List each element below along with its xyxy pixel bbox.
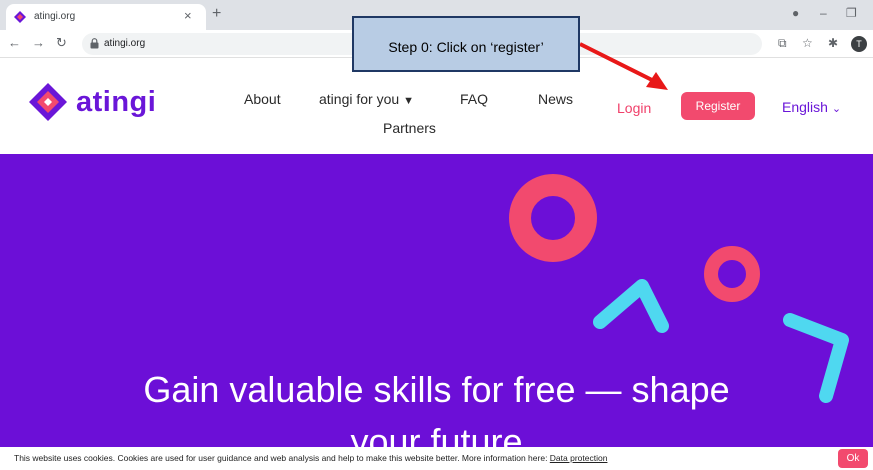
forward-arrow-icon[interactable]: →: [32, 35, 45, 51]
profile-circle-icon[interactable]: ●: [792, 6, 799, 20]
chevron-down-icon: ⌄: [831, 103, 842, 115]
browser-tab[interactable]: atingi.org ×: [6, 4, 206, 30]
avatar[interactable]: T: [851, 36, 867, 52]
restore-icon[interactable]: ❐: [846, 6, 857, 20]
atingi-favicon-icon: [14, 11, 26, 23]
hero-banner: Gain valuable skills for free — shape yo…: [0, 154, 873, 447]
bookmark-star-icon[interactable]: ☆: [802, 36, 813, 50]
cookie-ok-button[interactable]: Ok: [838, 449, 868, 468]
back-arrow-icon[interactable]: ←: [8, 35, 21, 51]
nav-faq[interactable]: FAQ: [460, 91, 488, 107]
small-pink-ring-icon: [704, 246, 760, 302]
data-protection-link[interactable]: Data protection: [550, 453, 608, 463]
tab-title: atingi.org: [34, 11, 76, 22]
logo-text: atingi: [76, 86, 157, 118]
cookie-message: This website uses cookies. Cookies are u…: [14, 453, 607, 463]
nav-atingi-for-you-label: atingi for you: [319, 91, 400, 107]
annotation-text: Step 0: Click on ‘register’: [388, 39, 544, 55]
hero-title-line-1: Gain valuable skills for free — shape: [143, 369, 730, 410]
atingi-diamond-logo-icon: [29, 83, 67, 121]
nav-about[interactable]: About: [244, 91, 281, 107]
cookie-text: This website uses cookies. Cookies are u…: [14, 453, 550, 463]
cyan-chevron-icon: [593, 279, 669, 333]
nav-news[interactable]: News: [538, 91, 573, 107]
annotation-callout: Step 0: Click on ‘register’: [352, 16, 580, 72]
page: atingi.org × + ● – ❐ ← → ↻ atingi.org ⧉ …: [0, 0, 873, 470]
tab-close-icon[interactable]: ×: [184, 8, 192, 24]
nav-partners[interactable]: Partners: [383, 120, 436, 136]
extensions-icon[interactable]: ✱: [828, 36, 838, 50]
site-header: atingi About atingi for you ▼ FAQ News Pa…: [0, 58, 873, 154]
url-text: atingi.org: [104, 38, 146, 49]
hero-title: Gain valuable skills for free — shape yo…: [0, 364, 873, 447]
lock-icon: [90, 38, 99, 49]
hero-title-line-2: your future: [350, 421, 523, 447]
language-label: English: [782, 99, 828, 115]
language-selector[interactable]: English ⌄: [782, 99, 841, 115]
register-button[interactable]: Register: [681, 92, 755, 120]
atingi-logo[interactable]: atingi: [28, 82, 178, 126]
nav-atingi-for-you[interactable]: atingi for you ▼: [319, 91, 414, 107]
minimize-icon[interactable]: –: [820, 6, 827, 20]
translate-icon[interactable]: ⧉: [778, 36, 787, 50]
chevron-down-icon: ▼: [403, 95, 415, 107]
reload-icon[interactable]: ↻: [56, 35, 67, 51]
new-tab-icon[interactable]: +: [212, 6, 221, 22]
large-pink-ring-icon: [509, 174, 597, 262]
login-link[interactable]: Login: [617, 100, 651, 116]
cookie-banner: This website uses cookies. Cookies are u…: [0, 447, 873, 470]
